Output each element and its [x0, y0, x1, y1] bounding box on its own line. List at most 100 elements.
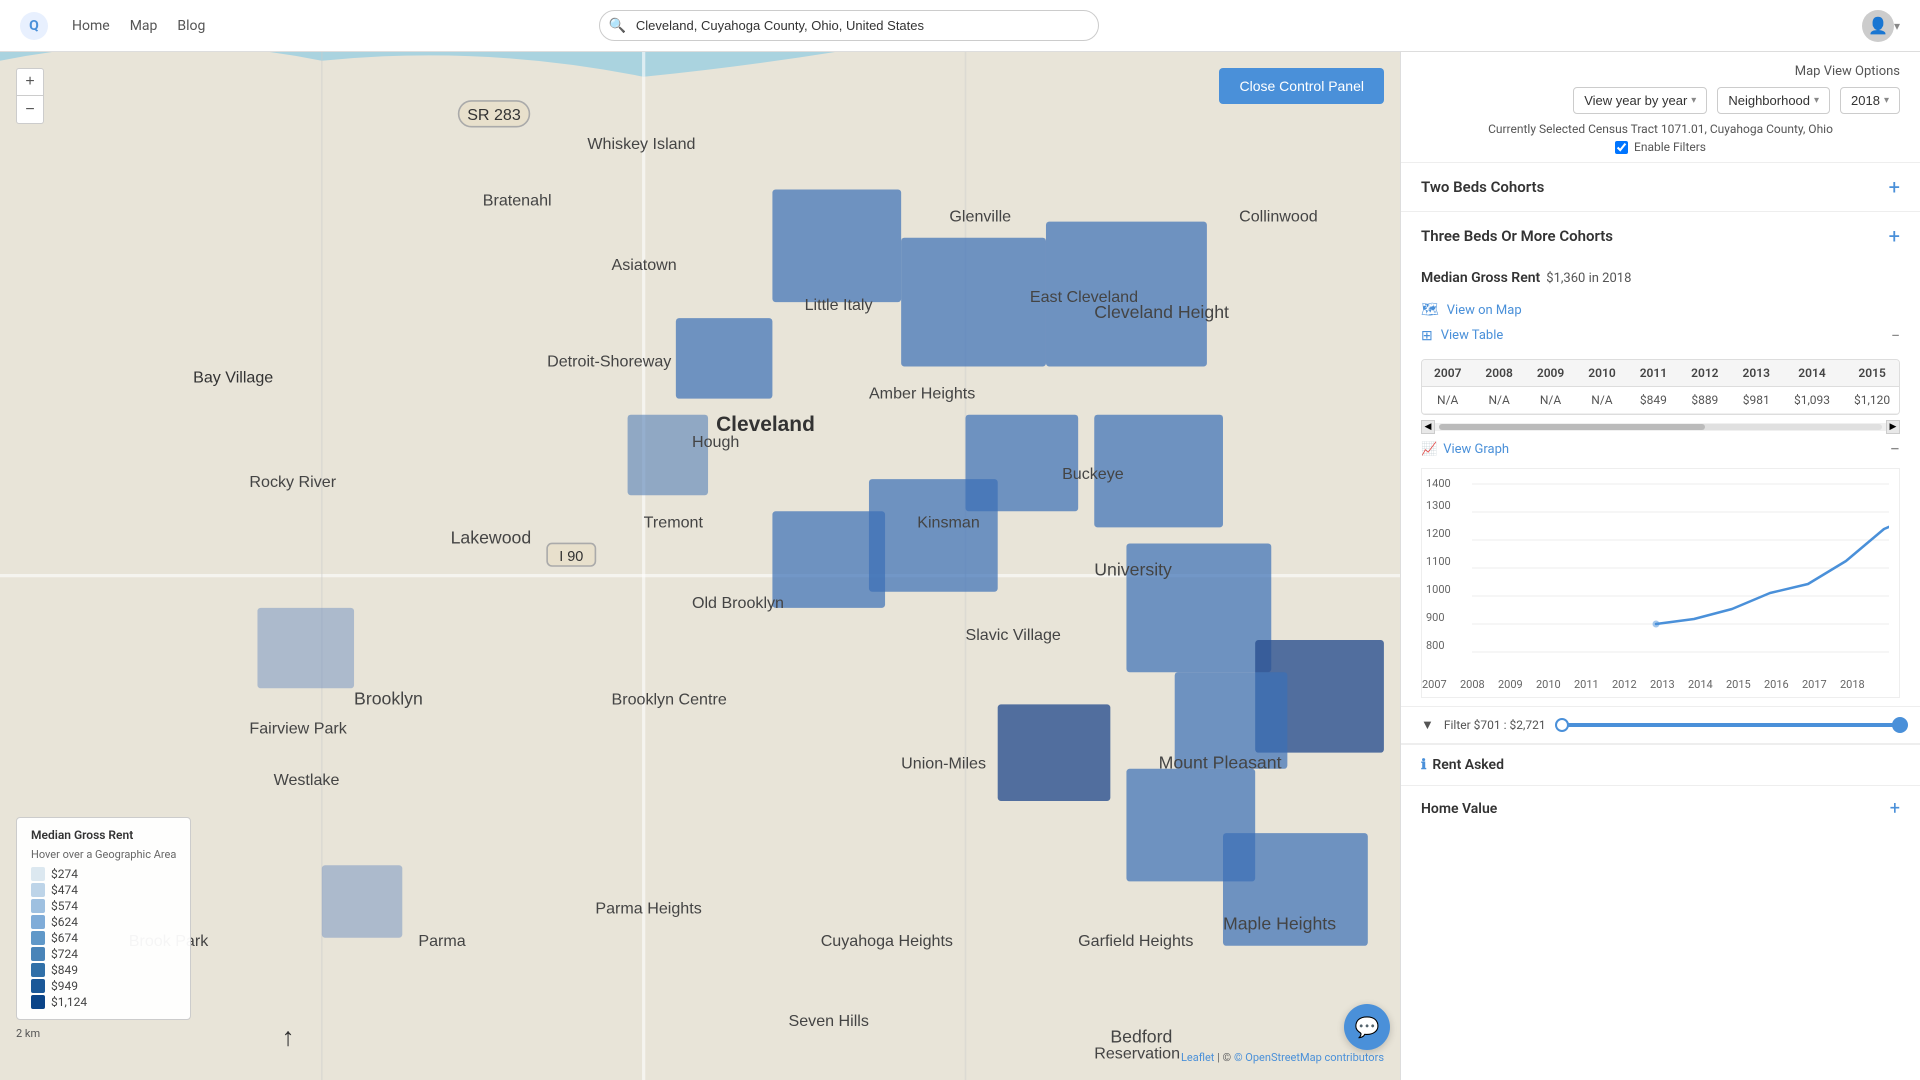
zoom-out-button[interactable]: −	[16, 96, 44, 124]
chat-button[interactable]: 💬	[1344, 1004, 1390, 1050]
year-dropdown-chevron: ▾	[1691, 95, 1696, 106]
graph-collapse-button[interactable]: −	[1890, 439, 1900, 460]
home-value-label: Home Value	[1421, 801, 1497, 817]
graph-header: 📈 View Graph −	[1421, 439, 1900, 460]
three-beds-add-button[interactable]: +	[1889, 226, 1900, 246]
nav-blog[interactable]: Blog	[177, 18, 205, 34]
view-graph-action[interactable]: 📈 View Graph	[1421, 442, 1509, 457]
home-value-section[interactable]: Home Value +	[1401, 785, 1920, 831]
logo[interactable]: Q	[20, 12, 48, 40]
filter-slider[interactable]	[1556, 723, 1900, 727]
svg-text:Seven Hills: Seven Hills	[789, 1012, 869, 1030]
legend-title: Median Gross Rent	[31, 828, 176, 842]
x-2018: 2018	[1840, 678, 1865, 691]
legend-value-3: $574	[51, 899, 78, 913]
svg-text:Tremont: Tremont	[644, 513, 704, 531]
th-2014: 2014	[1782, 360, 1842, 387]
enable-filters-label: Enable Filters	[1634, 140, 1706, 154]
nav-home[interactable]: Home	[72, 18, 110, 34]
svg-text:Bratenahl: Bratenahl	[483, 192, 552, 210]
legend-color-3	[31, 899, 45, 913]
y-label-1000: 1000	[1426, 583, 1451, 596]
two-beds-cohort-header[interactable]: Two Beds Cohorts +	[1401, 163, 1920, 211]
legend-color-7	[31, 963, 45, 977]
header: Q Home Map Blog 🔍 👤 ▾	[0, 0, 1920, 52]
user-avatar[interactable]: 👤	[1862, 10, 1894, 42]
td-2008: N/A	[1473, 387, 1524, 414]
rent-asked-section[interactable]: ℹ Rent Asked	[1401, 744, 1920, 785]
table-action-icon: ⊞	[1421, 328, 1433, 344]
chart-svg	[1472, 479, 1889, 667]
filter-label: Filter $701 : $2,721	[1444, 718, 1546, 732]
svg-text:I 90: I 90	[559, 549, 583, 565]
two-beds-cohort-title: Two Beds Cohorts	[1421, 178, 1544, 196]
metric-title: Median Gross Rent	[1421, 270, 1540, 286]
svg-text:Detroit-Shoreway: Detroit-Shoreway	[547, 352, 671, 370]
svg-text:Asiatown: Asiatown	[611, 256, 676, 274]
enable-filters-checkbox[interactable]	[1615, 141, 1628, 154]
legend-item: $849	[31, 963, 176, 977]
svg-text:↑: ↑	[282, 1024, 295, 1052]
svg-text:Rocky River: Rocky River	[249, 473, 336, 491]
three-beds-cohort-header[interactable]: Three Beds Or More Cohorts +	[1401, 212, 1920, 260]
svg-text:Collinwood: Collinwood	[1239, 208, 1318, 226]
scroll-left-arrow[interactable]: ◀	[1421, 420, 1435, 434]
svg-text:Lakewood: Lakewood	[451, 527, 532, 547]
year-dropdown[interactable]: 2018 ▾	[1840, 87, 1900, 114]
close-panel-button[interactable]: Close Control Panel	[1219, 68, 1384, 104]
map-container: Cleveland Lakewood Cleveland Height Univ…	[0, 52, 1400, 1080]
x-2012: 2012	[1612, 678, 1637, 691]
svg-text:SR 283: SR 283	[467, 106, 521, 124]
search-input[interactable]	[599, 10, 1099, 41]
panel-controls: View year by year ▾ Neighborhood ▾ 2018 …	[1421, 87, 1900, 114]
view-table-action[interactable]: ⊞ View Table −	[1421, 324, 1900, 347]
y-label-800: 800	[1426, 639, 1445, 652]
view-graph-label: View Graph	[1443, 442, 1509, 457]
view-on-map-action[interactable]: 🗺 View on Map	[1421, 300, 1900, 320]
x-2013: 2013	[1650, 678, 1675, 691]
user-dropdown-arrow[interactable]: ▾	[1894, 19, 1900, 33]
x-2017: 2017	[1802, 678, 1827, 691]
scroll-right-arrow[interactable]: ▶	[1886, 420, 1900, 434]
th-2010: 2010	[1576, 360, 1627, 387]
enable-filters-container: Enable Filters	[1421, 140, 1900, 154]
zoom-in-button[interactable]: +	[16, 68, 44, 96]
td-2010: N/A	[1576, 387, 1627, 414]
legend-value-4: $624	[51, 915, 78, 929]
map-action-icon: 🗺	[1421, 302, 1439, 318]
neighborhood-dropdown[interactable]: Neighborhood ▾	[1717, 87, 1830, 114]
svg-text:University: University	[1094, 560, 1172, 580]
leaflet-link[interactable]: Leaflet	[1181, 1051, 1214, 1064]
nav-map[interactable]: Map	[130, 18, 158, 34]
neighborhood-label: Neighborhood	[1728, 93, 1810, 108]
svg-text:Parma: Parma	[418, 932, 465, 950]
legend-items: $274 $474 $574 $624 $674	[31, 867, 176, 1009]
svg-text:Amber Heights: Amber Heights	[869, 385, 975, 403]
two-beds-add-button[interactable]: +	[1889, 177, 1900, 197]
svg-text:Union-Miles: Union-Miles	[901, 755, 986, 773]
metric-value: $1,360 in 2018	[1546, 271, 1631, 286]
attribution-separator: | ©	[1217, 1051, 1234, 1064]
logo-icon: Q	[20, 12, 48, 40]
svg-text:Garfield Heights: Garfield Heights	[1078, 932, 1193, 950]
chart-container: 1400 1300 1200 1100 1000 900 800	[1421, 468, 1900, 698]
svg-text:Buckeye: Buckeye	[1062, 465, 1124, 483]
th-2012: 2012	[1679, 360, 1730, 387]
filter-slider-right-thumb[interactable]	[1892, 717, 1908, 733]
home-value-add-icon[interactable]: +	[1890, 798, 1900, 819]
table-collapse-icon[interactable]: −	[1891, 326, 1900, 345]
filter-slider-left-thumb[interactable]	[1555, 718, 1569, 732]
scrollbar-thumb[interactable]	[1439, 424, 1705, 430]
two-beds-cohort-section: Two Beds Cohorts +	[1401, 163, 1920, 212]
rent-asked-info-icon: ℹ	[1421, 757, 1426, 773]
td-2011: $849	[1628, 387, 1679, 414]
rent-asked-label: Rent Asked	[1432, 757, 1504, 773]
three-beds-cohort-title: Three Beds Or More Cohorts	[1421, 227, 1613, 245]
scrollbar-track	[1439, 424, 1882, 430]
legend-value-6: $724	[51, 947, 78, 961]
table-header-row: 2007 2008 2009 2010 2011 2012 2013 2014 …	[1422, 360, 1900, 387]
view-year-by-year-dropdown[interactable]: View year by year ▾	[1573, 87, 1707, 114]
legend-color-9	[31, 995, 45, 1009]
osm-link[interactable]: © OpenStreetMap contributors	[1234, 1051, 1384, 1064]
td-2015: $1,120	[1842, 387, 1900, 414]
